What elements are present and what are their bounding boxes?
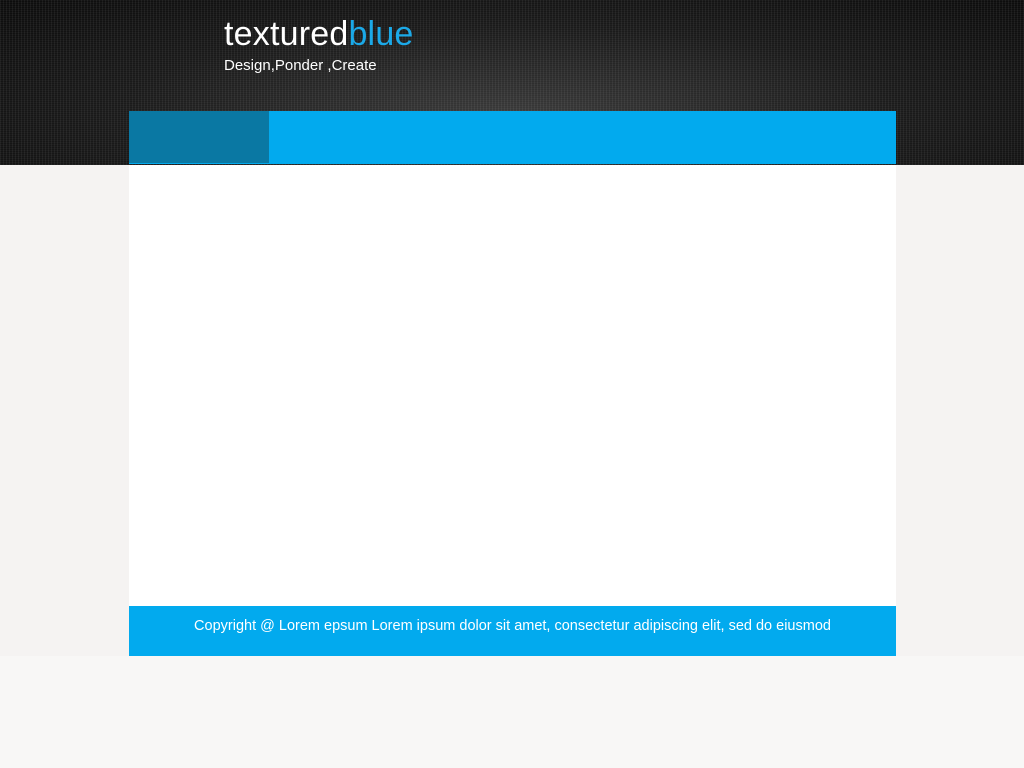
page: texturedblue Design,Ponder ,Create Copyr… bbox=[0, 0, 1024, 768]
footer: Copyright @ Lorem epsum Lorem ipsum dolo… bbox=[129, 606, 896, 656]
logo-text-textured: textured bbox=[224, 15, 349, 53]
footer-copyright-text: Copyright @ Lorem epsum Lorem ipsum dolo… bbox=[194, 618, 831, 634]
main-content-area bbox=[129, 165, 896, 606]
main-navigation-bar bbox=[129, 111, 896, 164]
logo-text-blue: blue bbox=[348, 15, 414, 53]
site-logo[interactable]: texturedblue bbox=[224, 14, 414, 54]
nav-item-active[interactable] bbox=[129, 111, 269, 163]
site-tagline: Design,Ponder ,Create bbox=[224, 57, 377, 74]
